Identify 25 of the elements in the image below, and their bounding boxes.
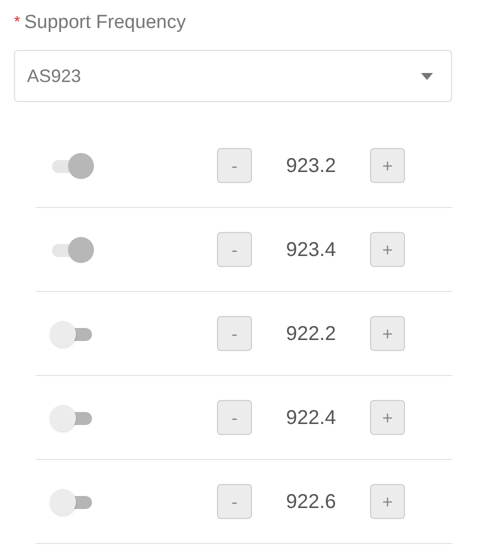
decrement-button[interactable]: -: [217, 232, 252, 267]
increment-button[interactable]: +: [370, 400, 405, 435]
toggle-switch[interactable]: [50, 318, 94, 348]
decrement-button[interactable]: -: [217, 484, 252, 519]
frequency-value: 923.2: [284, 154, 338, 178]
decrement-button[interactable]: -: [217, 316, 252, 351]
decrement-button[interactable]: -: [217, 148, 252, 183]
toggle-switch[interactable]: [50, 150, 94, 180]
required-mark: *: [14, 13, 20, 33]
dropdown-value: AS923: [27, 64, 82, 88]
increment-button[interactable]: +: [370, 148, 405, 183]
caret-icon: [421, 72, 433, 80]
frequency-value: 922.2: [284, 322, 338, 346]
frequency-dropdown[interactable]: AS923: [14, 50, 452, 102]
increment-button[interactable]: +: [370, 316, 405, 351]
increment-button[interactable]: +: [370, 484, 405, 519]
frequency-value: 922.6: [284, 490, 338, 514]
frequency-value: 923.4: [284, 238, 338, 262]
decrement-button[interactable]: -: [217, 400, 252, 435]
toggle-switch[interactable]: [50, 402, 94, 432]
field-label: Support Frequency: [24, 10, 186, 35]
toggle-switch[interactable]: [50, 486, 94, 516]
increment-button[interactable]: +: [370, 232, 405, 267]
frequency-value: 922.4: [284, 406, 338, 430]
toggle-switch[interactable]: [50, 234, 94, 264]
